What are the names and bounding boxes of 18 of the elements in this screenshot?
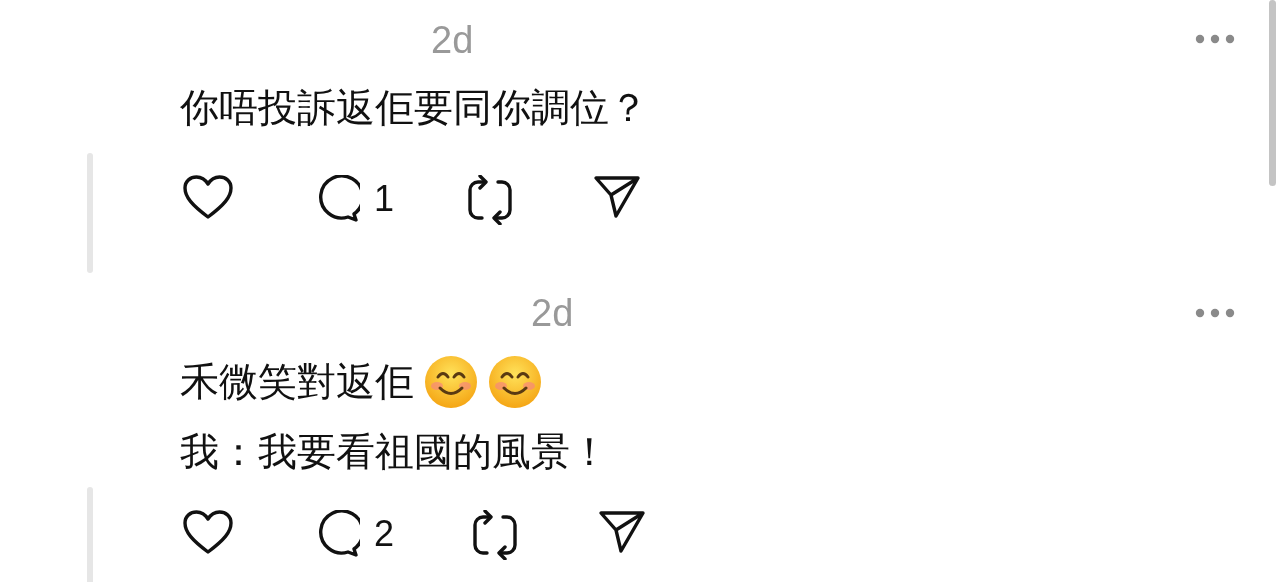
reply-count: 2 <box>374 513 395 555</box>
send-icon[interactable] <box>593 175 641 219</box>
repost-icon[interactable] <box>471 510 519 560</box>
smiling-face-icon <box>488 355 542 409</box>
smiling-face-icon <box>424 355 478 409</box>
more-icon[interactable] <box>1195 34 1235 44</box>
repost-icon[interactable] <box>466 175 514 225</box>
more-icon[interactable] <box>1195 308 1235 318</box>
post-text: 我：我要看祖國的風景！ <box>180 429 609 475</box>
post-time: 2d <box>431 18 474 62</box>
scrollbar-thumb[interactable] <box>1269 0 1276 186</box>
send-icon[interactable] <box>598 510 646 554</box>
post-text: 你唔投訴返佢要同你調位？ <box>180 85 648 131</box>
like-icon[interactable] <box>182 175 234 221</box>
post-time: 2d <box>531 291 574 335</box>
like-icon[interactable] <box>182 510 234 556</box>
reply-count: 1 <box>374 178 395 220</box>
post-text: 禾微笑對返佢 <box>180 359 414 405</box>
